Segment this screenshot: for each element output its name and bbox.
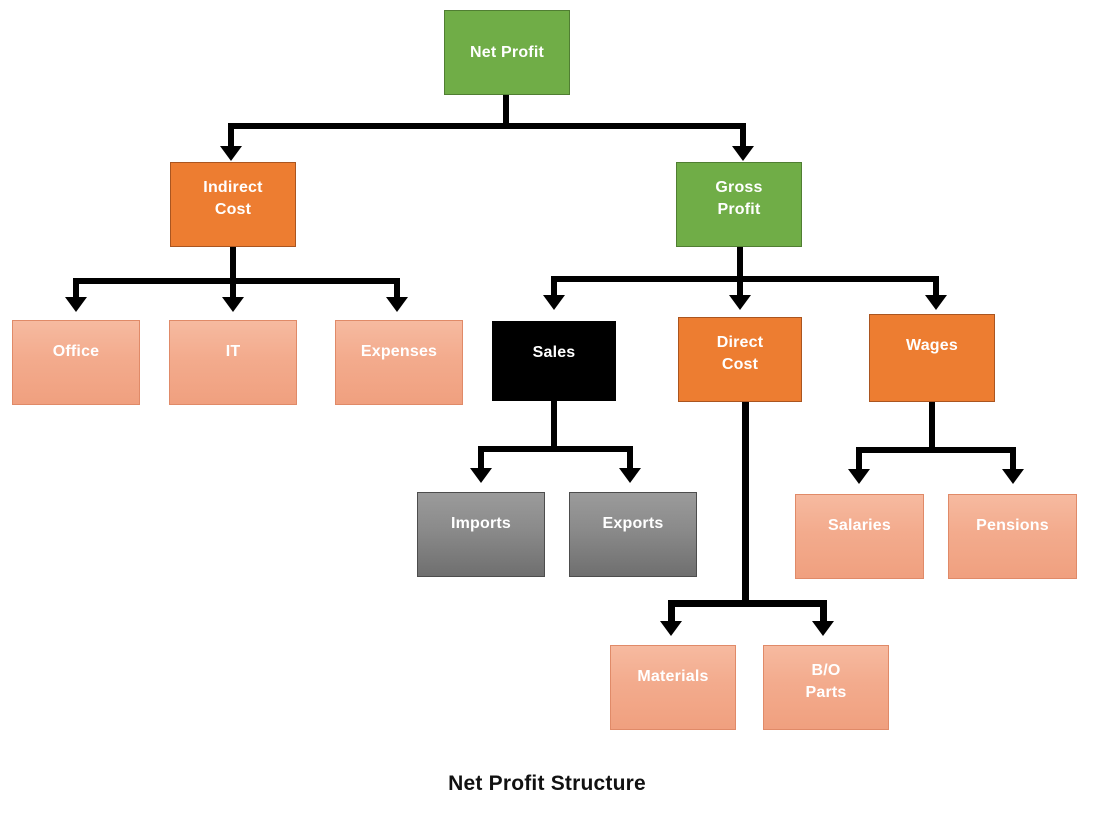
arrowhead-imports: [470, 468, 492, 483]
node-direct-cost[interactable]: Direct Cost: [678, 317, 802, 402]
connector-net-profit-bus: [228, 123, 746, 129]
arrowhead-sales: [543, 295, 565, 310]
connector-to-pensions: [1010, 447, 1016, 471]
node-salaries[interactable]: Salaries: [795, 494, 924, 579]
arrowhead-wages: [925, 295, 947, 310]
connector-to-imports: [478, 446, 484, 470]
arrowhead-expenses: [386, 297, 408, 312]
node-imports[interactable]: Imports: [417, 492, 545, 577]
connector-indirect-cost-bus: [73, 278, 400, 284]
connector-direct-cost-bus: [668, 600, 827, 607]
chart-caption: Net Profit Structure: [448, 772, 646, 795]
connector-sales-bus: [478, 446, 633, 452]
node-wages[interactable]: Wages: [869, 314, 995, 402]
arrowhead-it: [222, 297, 244, 312]
arrowhead-direct-cost: [729, 295, 751, 310]
node-indirect-cost[interactable]: Indirect Cost: [170, 162, 296, 247]
node-net-profit[interactable]: Net Profit: [444, 10, 570, 95]
node-it[interactable]: IT: [169, 320, 297, 405]
connector-to-gross-profit: [740, 123, 746, 148]
node-exports[interactable]: Exports: [569, 492, 697, 577]
connector-sales-stem: [551, 401, 557, 449]
arrowhead-pensions: [1002, 469, 1024, 484]
arrowhead-gross-profit: [732, 146, 754, 161]
connector-wages-bus: [856, 447, 1016, 453]
connector-indirect-cost-stem: [230, 247, 236, 281]
connector-to-exports: [627, 446, 633, 470]
node-materials[interactable]: Materials: [610, 645, 736, 730]
arrowhead-bo-parts: [812, 621, 834, 636]
connector-to-indirect-cost: [228, 123, 234, 148]
connector-wages-stem: [929, 402, 935, 450]
arrowhead-office: [65, 297, 87, 312]
connector-gross-profit-stem: [737, 247, 743, 279]
node-gross-profit[interactable]: Gross Profit: [676, 162, 802, 247]
arrowhead-indirect-cost: [220, 146, 242, 161]
node-pensions[interactable]: Pensions: [948, 494, 1077, 579]
arrowhead-materials: [660, 621, 682, 636]
arrowhead-salaries: [848, 469, 870, 484]
org-chart-canvas: Net Profit Indirect Cost Gross Profit Of…: [0, 0, 1094, 830]
connector-to-salaries: [856, 447, 862, 471]
node-expenses[interactable]: Expenses: [335, 320, 463, 405]
node-sales[interactable]: Sales: [492, 321, 616, 401]
node-office[interactable]: Office: [12, 320, 140, 405]
connector-gross-profit-bus: [551, 276, 939, 282]
node-bo-parts[interactable]: B/O Parts: [763, 645, 889, 730]
arrowhead-exports: [619, 468, 641, 483]
connector-direct-cost-stem: [742, 402, 749, 604]
